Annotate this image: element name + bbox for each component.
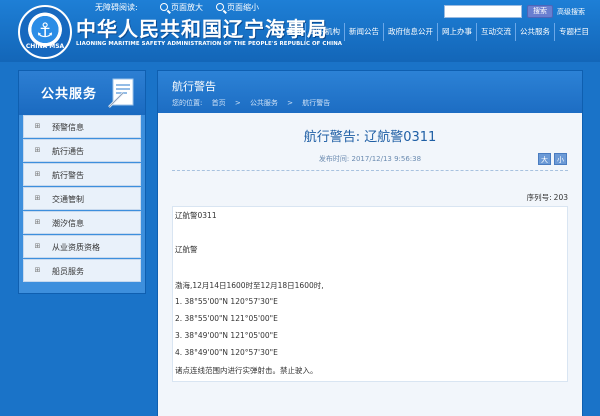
site-subtitle: LIAONING MARITIME SAFETY ADMINISTRATION … (76, 41, 343, 47)
magnifier-icon (160, 3, 168, 11)
content-line: 诸点连线范围内进行实弹射击。禁止驶入。 (175, 366, 318, 375)
publish-info: 发布时间: 2017/12/13 9:56:38 (158, 154, 582, 164)
bullet-icon: ⊞ (34, 266, 41, 274)
content-line: 3. 38°49'00"N 121°05'00"E (175, 331, 278, 340)
accessible-reading-link[interactable]: 无障碍阅读: (95, 3, 138, 13)
content-line: 4. 38°49'00"N 120°57'30"E (175, 348, 278, 357)
anchor-icon: ⚓ (36, 18, 54, 42)
divider (172, 170, 568, 171)
bullet-icon: ⊞ (34, 122, 41, 130)
sidebar-item-label: 从业资质资格 (52, 243, 100, 252)
content-line: 辽航警 (175, 245, 198, 254)
sidebar-item-label: 航行通告 (52, 147, 84, 156)
sidebar-item-label: 交通管制 (52, 195, 84, 204)
content-line: 辽航警0311 (175, 211, 217, 220)
content-line: 1. 38°55'00"N 120°57'30"E (175, 297, 278, 306)
serial-info: 序列号: 203 (527, 192, 568, 203)
font-small-button[interactable]: 小 (554, 153, 567, 165)
zoom-in-label: 页面放大 (171, 3, 203, 12)
serial-number: 203 (553, 193, 568, 202)
search-button[interactable]: 搜索 (527, 5, 553, 18)
sidebar-item-traffic-control[interactable]: ⊞ 交通管制 (23, 187, 141, 210)
bullet-icon: ⊞ (34, 170, 41, 178)
sidebar-item-qualifications[interactable]: ⊞ 从业资质资格 (23, 235, 141, 258)
nav-item-organization[interactable]: 组织机构 (306, 23, 345, 41)
sidebar-item-label: 潮汐信息 (52, 219, 84, 228)
magnifier-icon (216, 3, 224, 11)
sidebar-item-label: 预警信息 (52, 123, 84, 132)
msa-logo[interactable]: ⚓ CHINA MSA (18, 5, 72, 59)
section-title: 航行警告 (172, 80, 216, 93)
article-body: 辽航警0311 辽航警 渤海,12月14日1600时至12月18日1600时, … (172, 206, 568, 382)
zoom-in-link[interactable]: 页面放大 (160, 3, 203, 13)
breadcrumb-current[interactable]: 航行警告 (302, 99, 330, 107)
nav-item-public-services[interactable]: 公共服务 (516, 23, 555, 41)
sidebar: 公共服务 ⊞ 预警信息 ⊞ 航行通告 ⊞ 航行警告 ⊞ 交通管制 ⊞ 潮汐信息 … (18, 70, 146, 294)
sidebar-item-tide-info[interactable]: ⊞ 潮汐信息 (23, 211, 141, 234)
sidebar-item-navigation-notice[interactable]: ⊞ 航行通告 (23, 139, 141, 162)
site-header: 无障碍阅读: 页面放大 页面缩小 搜索 高级搜索 ⚓ CHINA MSA 中华人… (0, 0, 600, 62)
sidebar-item-label: 船员服务 (52, 267, 84, 276)
search-input[interactable] (444, 5, 522, 18)
publish-time: 2017/12/13 9:56:38 (351, 155, 422, 163)
main-panel-header: 航行警告 您的位置: 首页 > 公共服务 > 航行警告 (158, 71, 582, 113)
sidebar-title: 公共服务 (41, 87, 98, 102)
breadcrumb-separator: > (234, 99, 241, 107)
sidebar-item-navigation-warning[interactable]: ⊞ 航行警告 (23, 163, 141, 186)
document-pen-icon (108, 78, 134, 108)
publish-label: 发布时间: (318, 155, 350, 163)
content-line: 2. 38°55'00"N 121°05'00"E (175, 314, 278, 323)
main-panel: 航行警告 您的位置: 首页 > 公共服务 > 航行警告 航行警告: 辽航警031… (157, 70, 583, 416)
nav-item-news[interactable]: 新闻公告 (345, 23, 384, 41)
breadcrumb: 您的位置: 首页 > 公共服务 > 航行警告 (172, 98, 337, 108)
bullet-icon: ⊞ (34, 146, 41, 154)
zoom-out-label: 页面缩小 (227, 3, 259, 12)
main-nav: 首页 组织机构 新闻公告 政府信息公开 网上办事 互动交流 公共服务 专题栏目 (282, 23, 600, 41)
content-line: 渤海,12月14日1600时至12月18日1600时, (175, 281, 324, 290)
advanced-search-link[interactable]: 高级搜索 (557, 7, 585, 17)
breadcrumb-separator: > (287, 99, 294, 107)
breadcrumb-home[interactable]: 首页 (212, 99, 226, 107)
bullet-icon: ⊞ (34, 218, 41, 226)
bullet-icon: ⊞ (34, 194, 41, 202)
logo-text: CHINA MSA (25, 43, 65, 50)
nav-item-home[interactable]: 首页 (282, 23, 306, 41)
font-large-button[interactable]: 大 (538, 153, 551, 165)
article-title: 航行警告: 辽航警0311 (303, 130, 437, 145)
serial-label: 序列号: (526, 193, 552, 202)
sidebar-item-warning-info[interactable]: ⊞ 预警信息 (23, 115, 141, 138)
breadcrumb-public-services[interactable]: 公共服务 (250, 99, 278, 107)
sidebar-item-crew-services[interactable]: ⊞ 船员服务 (23, 259, 141, 282)
breadcrumb-prefix: 您的位置: (172, 99, 203, 107)
nav-item-online-services[interactable]: 网上办事 (438, 23, 477, 41)
zoom-out-link[interactable]: 页面缩小 (216, 3, 259, 13)
nav-item-gov-info[interactable]: 政府信息公开 (384, 23, 438, 41)
sidebar-menu: ⊞ 预警信息 ⊞ 航行通告 ⊞ 航行警告 ⊞ 交通管制 ⊞ 潮汐信息 ⊞ 从业资… (23, 115, 141, 283)
sidebar-item-label: 航行警告 (52, 171, 84, 180)
nav-item-topics[interactable]: 专题栏目 (555, 23, 593, 41)
sidebar-header: 公共服务 (19, 71, 145, 115)
bullet-icon: ⊞ (34, 242, 41, 250)
nav-item-interaction[interactable]: 互动交流 (477, 23, 516, 41)
